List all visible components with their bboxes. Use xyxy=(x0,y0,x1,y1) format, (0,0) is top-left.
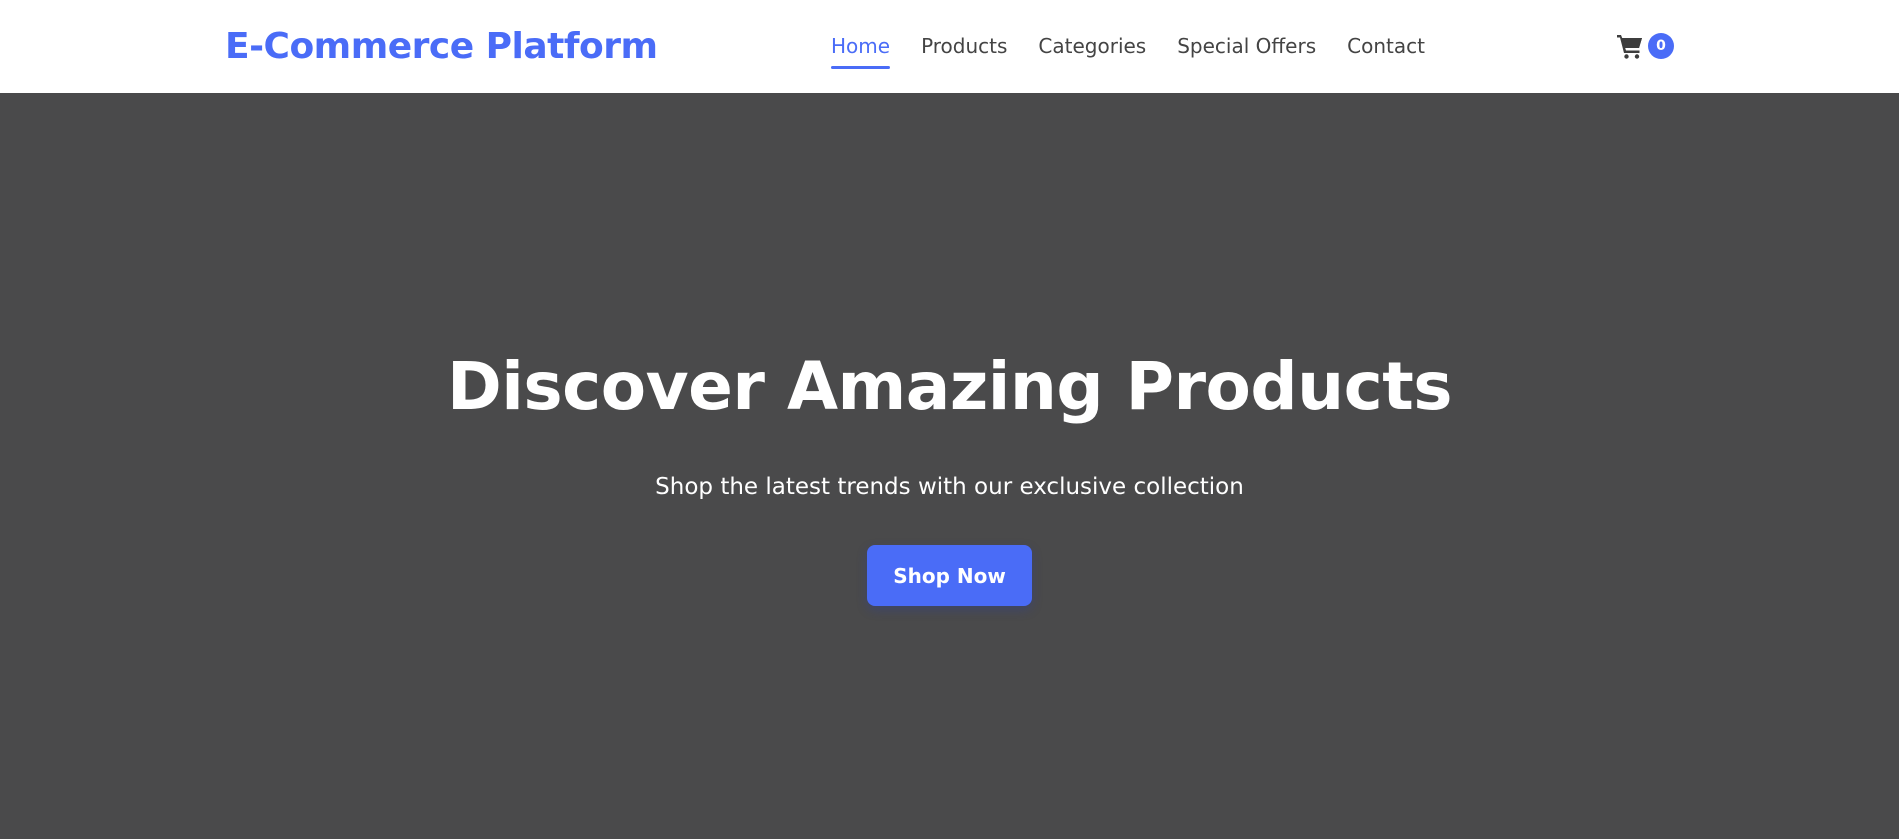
nav-link-categories[interactable]: Categories xyxy=(1038,33,1146,60)
shop-now-button[interactable]: Shop Now xyxy=(867,545,1032,606)
hero-subtitle: Shop the latest trends with our exclusiv… xyxy=(655,474,1244,500)
site-header: E-Commerce Platform Home Products Catego… xyxy=(0,0,1899,93)
nav-link-special-offers[interactable]: Special Offers xyxy=(1177,33,1316,60)
hero-title: Discover Amazing Products xyxy=(446,348,1453,425)
cart-button[interactable]: 0 xyxy=(1616,30,1676,62)
main-nav: Home Products Categories Special Offers … xyxy=(831,33,1425,69)
cart-count-badge: 0 xyxy=(1648,33,1674,59)
nav-link-home[interactable]: Home xyxy=(831,33,891,69)
nav-link-contact[interactable]: Contact xyxy=(1347,33,1425,60)
nav-link-products[interactable]: Products xyxy=(921,33,1007,60)
shopping-cart-icon xyxy=(1617,35,1642,59)
site-logo[interactable]: E-Commerce Platform xyxy=(225,24,658,70)
hero-banner: Discover Amazing Products Shop the lates… xyxy=(0,93,1899,839)
